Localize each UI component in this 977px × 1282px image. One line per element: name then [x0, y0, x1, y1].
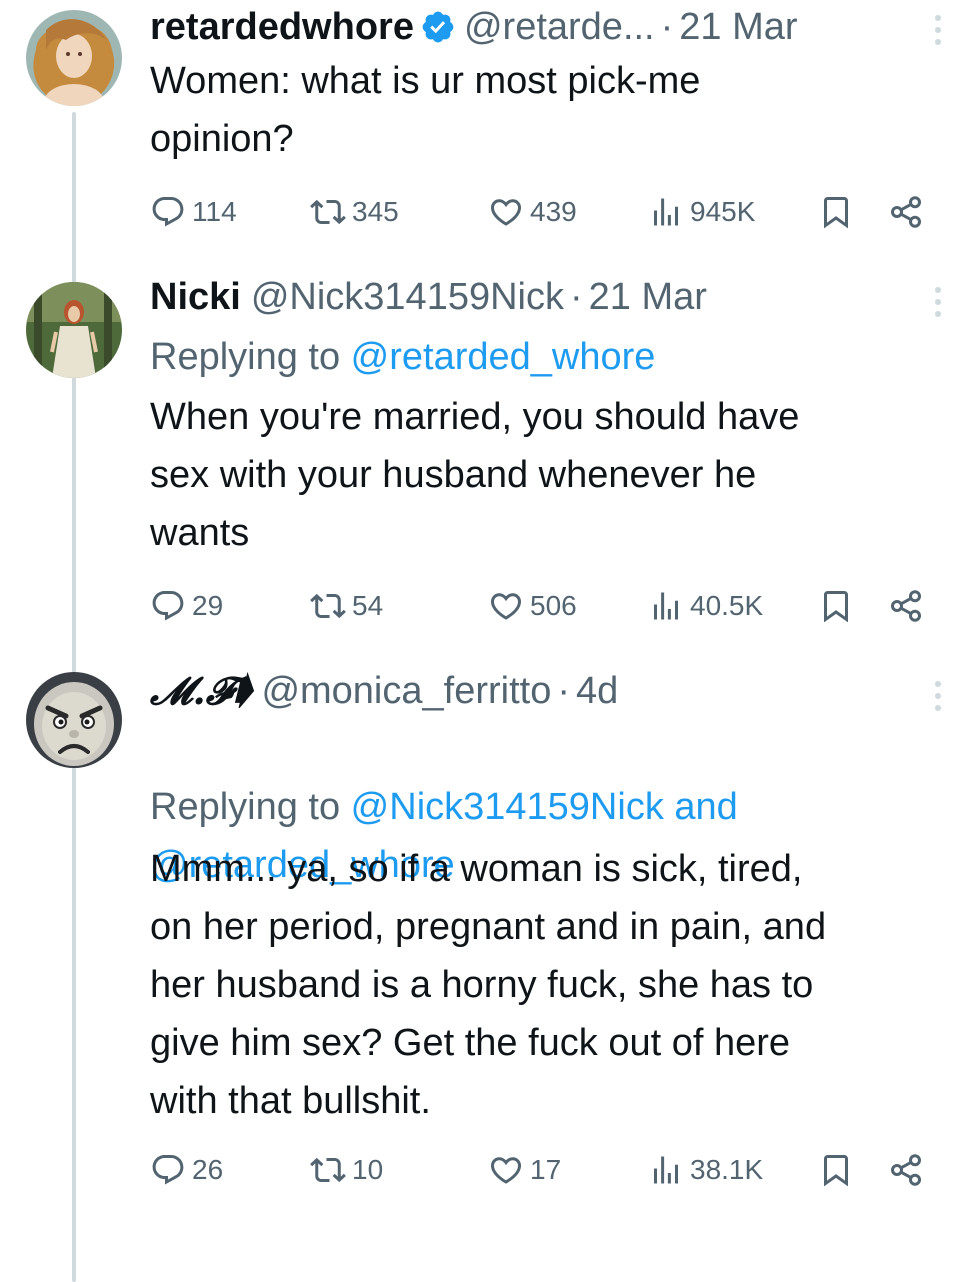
tweet-2[interactable]: Nicki @Nick314159Nick · 21 Mar Replying … [0, 270, 977, 660]
avatar[interactable] [26, 10, 122, 106]
views-button[interactable]: 38.1K [648, 1148, 763, 1192]
bookmark-icon [818, 588, 854, 624]
tweet-1[interactable]: retardedwhore @retarde... · 21 Mar Women… [0, 0, 977, 1282]
retweet-count: 54 [352, 590, 384, 621]
reply-count: 26 [192, 1154, 224, 1185]
replying-to: Replying to @retarded_whore [150, 328, 947, 386]
reply-button[interactable]: 29 [150, 584, 223, 628]
display-name[interactable]: retardedwhore [150, 2, 414, 52]
views-count: 38.1K [690, 1154, 764, 1185]
tweet-text: Mmm... ya, so if a woman is sick, tired,… [150, 848, 827, 1122]
share-button[interactable] [888, 1148, 924, 1192]
separator-dot: · [660, 6, 674, 48]
views-button[interactable]: 945K [648, 190, 755, 234]
retweet-button[interactable]: 345 [310, 190, 399, 234]
tweet-3[interactable]: 𝓜.𝓕➧ @monica_ferritto · 4d Replying to @… [0, 660, 977, 1200]
more-icon[interactable] [923, 676, 953, 716]
reply-count: 29 [192, 590, 224, 621]
display-name[interactable]: Nicki [150, 272, 241, 322]
like-count: 17 [530, 1154, 562, 1185]
handle[interactable]: @retarde... [464, 2, 655, 52]
reply-icon [150, 194, 186, 230]
reply-icon [150, 588, 186, 624]
more-icon[interactable] [923, 282, 953, 322]
retweet-button[interactable]: 54 [310, 584, 383, 628]
replying-prefix: Replying to [150, 336, 351, 378]
share-button[interactable] [888, 584, 924, 628]
bookmark-button[interactable] [818, 1148, 854, 1192]
views-button[interactable]: 40.5K [648, 584, 763, 628]
separator-dot: · [557, 670, 570, 712]
retweet-icon [310, 588, 346, 624]
like-count: 439 [530, 196, 577, 227]
replying-prefix: Replying to [150, 786, 351, 828]
handle[interactable]: @monica_ferritto [261, 666, 551, 716]
tweet-header: 𝓜.𝓕➧ @monica_ferritto · 4d [150, 666, 907, 716]
retweet-count: 345 [352, 196, 399, 227]
action-bar: 26 10 17 38.1K [150, 1148, 947, 1192]
heart-icon [488, 588, 524, 624]
views-icon [648, 1152, 684, 1188]
views-icon [648, 588, 684, 624]
bookmark-button[interactable] [818, 584, 854, 628]
verified-badge-icon [420, 9, 456, 45]
like-button[interactable]: 439 [488, 190, 577, 234]
share-button[interactable] [888, 190, 924, 234]
separator-dot: · [569, 276, 583, 318]
action-bar: 114 345 439 945K [150, 190, 947, 234]
bookmark-icon [818, 194, 854, 230]
heart-icon [488, 194, 524, 230]
reply-icon [150, 1152, 186, 1188]
share-icon [888, 194, 924, 230]
tweet-text: Women: what is ur most pick-me opinion? [150, 60, 701, 160]
tweet-header: retardedwhore @retarde... · 21 Mar [150, 2, 907, 52]
retweet-button[interactable]: 10 [310, 1148, 383, 1192]
display-name[interactable]: 𝓜.𝓕➧ [150, 666, 251, 716]
share-icon [888, 588, 924, 624]
timestamp[interactable]: 21 Mar [679, 2, 797, 52]
like-count: 506 [530, 590, 577, 621]
timestamp[interactable]: 4d [576, 666, 618, 716]
bookmark-button[interactable] [818, 190, 854, 234]
views-count: 40.5K [690, 590, 764, 621]
like-button[interactable]: 506 [488, 584, 577, 628]
avatar[interactable] [26, 672, 122, 768]
handle[interactable]: @Nick314159Nick [251, 272, 564, 322]
reply-count: 114 [192, 196, 237, 227]
like-button[interactable]: 17 [488, 1148, 561, 1192]
more-icon[interactable] [923, 10, 953, 50]
mention-link[interactable]: @retarded_whore [351, 336, 656, 378]
tweet-text: When you're married, you should have sex… [150, 396, 800, 554]
action-bar: 29 54 506 40.5K [150, 584, 947, 628]
avatar[interactable] [26, 282, 122, 378]
reply-button[interactable]: 114 [150, 190, 237, 234]
views-icon [648, 194, 684, 230]
bookmark-icon [818, 1152, 854, 1188]
retweet-icon [310, 1152, 346, 1188]
reply-button[interactable]: 26 [150, 1148, 223, 1192]
views-count: 945K [690, 196, 756, 227]
retweet-count: 10 [352, 1154, 384, 1185]
share-icon [888, 1152, 924, 1188]
retweet-icon [310, 194, 346, 230]
timestamp[interactable]: 21 Mar [589, 272, 707, 322]
heart-icon [488, 1152, 524, 1188]
tweet-header: Nicki @Nick314159Nick · 21 Mar [150, 272, 907, 322]
